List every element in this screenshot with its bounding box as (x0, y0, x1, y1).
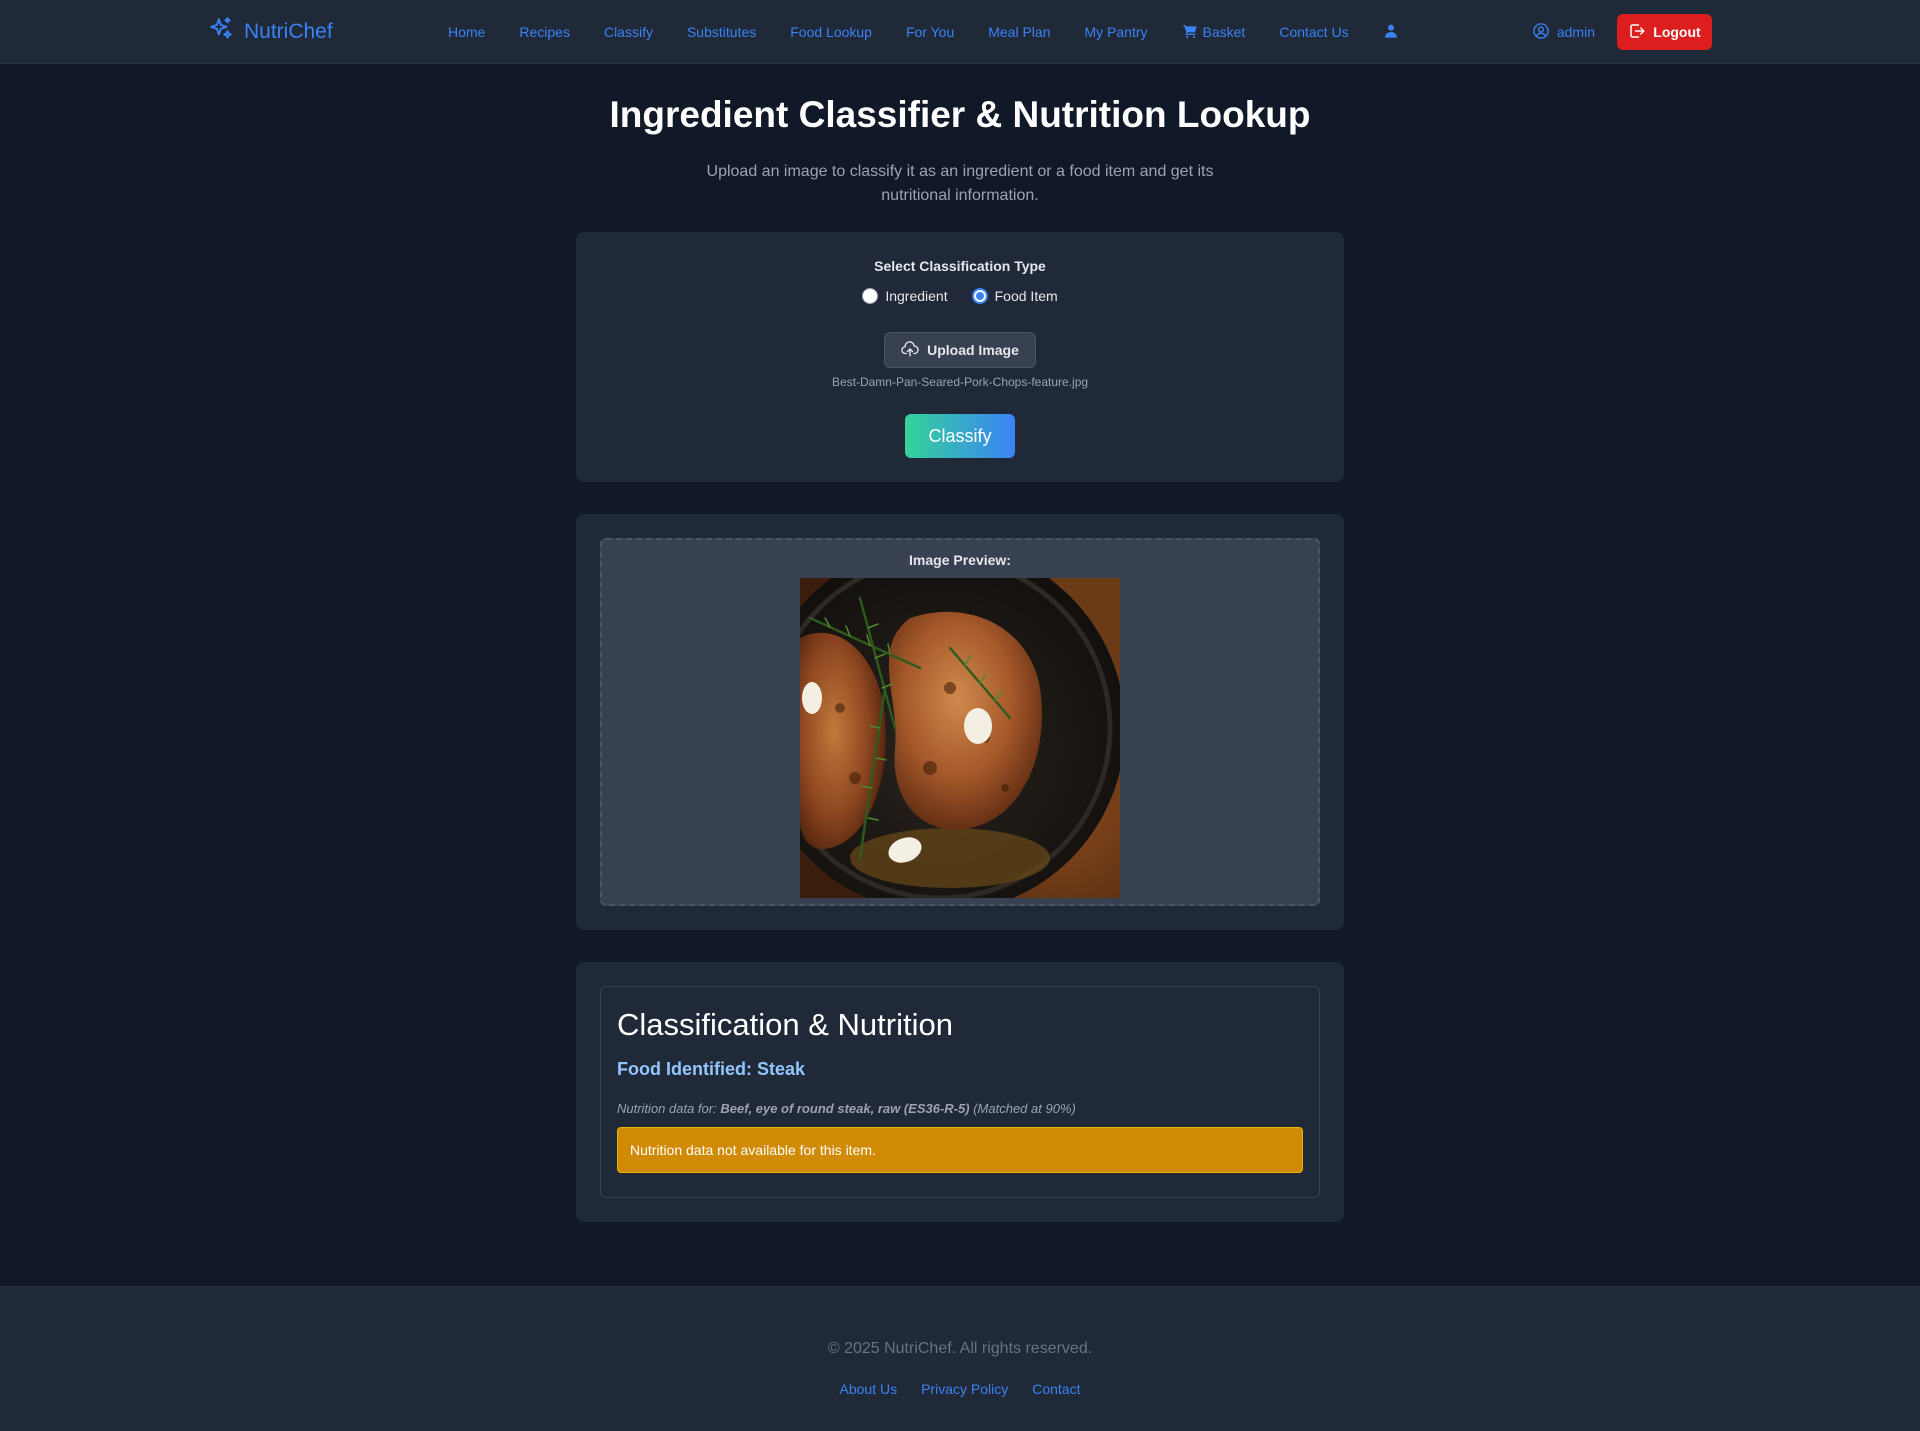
upload-image-label: Upload Image (927, 342, 1019, 358)
copyright: © 2025 NutriChef. All rights reserved. (827, 1340, 1093, 1357)
radio-label-food-item: Food Item (994, 288, 1058, 304)
nutrition-unavailable-alert: Nutrition data not available for this it… (617, 1127, 1303, 1173)
nutrition-match: (Matched at 90%) (973, 1101, 1076, 1116)
sparkles-icon (208, 16, 234, 48)
nav-link-home[interactable]: Home (448, 24, 485, 40)
page-subtitle: Upload an image to classify it as an ing… (706, 163, 1214, 204)
brand-link[interactable]: NutriChef (208, 16, 333, 48)
classification-type-label: Select Classification Type (874, 258, 1046, 274)
footer-link-about-us[interactable]: About Us (840, 1381, 898, 1397)
result-panel: Classification & Nutrition Food Identifi… (600, 986, 1320, 1198)
cart-icon (1182, 23, 1198, 42)
footer-links: About Us Privacy Policy Contact (0, 1381, 1920, 1397)
nav-link-classify[interactable]: Classify (604, 24, 653, 40)
nav-link-basket[interactable]: Basket (1182, 23, 1246, 42)
result-title: Classification & Nutrition (617, 1007, 953, 1042)
nutrition-source-item: Beef, eye of round steak, raw (ES36-R-5) (720, 1101, 970, 1116)
page-title: Ingredient Classifier & Nutrition Lookup (609, 94, 1311, 135)
classifier-card: Select Classification Type Ingredient Fo… (576, 232, 1344, 482)
radio-label-ingredient: Ingredient (885, 288, 948, 304)
user-circle-icon (1532, 22, 1550, 43)
logout-icon (1628, 22, 1646, 43)
brand-name: NutriChef (244, 20, 333, 43)
selected-file-name: Best-Damn-Pan-Seared-Pork-Chops-feature.… (831, 375, 1089, 389)
radio-ingredient[interactable] (862, 288, 879, 304)
image-preview-box: Image Preview: (600, 538, 1320, 906)
nav-link-profile[interactable] (1383, 23, 1399, 42)
radio-option-ingredient[interactable]: Ingredient (862, 288, 948, 304)
radio-food-item[interactable] (971, 288, 988, 304)
nav-link-for-you[interactable]: For You (906, 24, 954, 40)
nutrition-source: Nutrition data for: Beef, eye of round s… (617, 1101, 1076, 1116)
classification-type-options: Ingredient Food Item (576, 288, 1344, 304)
logout-button[interactable]: Logout (1617, 14, 1712, 50)
nav-link-contact-us[interactable]: Contact Us (1279, 24, 1348, 40)
navbar: NutriChef Home Recipes Classify Substitu… (0, 0, 1920, 64)
nutrition-source-prefix: Nutrition data for: (617, 1101, 717, 1116)
nav-link-recipes[interactable]: Recipes (519, 24, 570, 40)
image-preview-label: Image Preview: (909, 552, 1011, 568)
logout-label: Logout (1653, 24, 1701, 40)
footer-link-privacy-policy[interactable]: Privacy Policy (921, 1381, 1008, 1397)
basket-label: Basket (1202, 24, 1246, 40)
user-icon (1383, 23, 1399, 42)
nav-link-meal-plan[interactable]: Meal Plan (988, 24, 1050, 40)
footer: © 2025 NutriChef. All rights reserved. A… (0, 1286, 1920, 1431)
food-preview-image (800, 578, 1120, 898)
user-profile-link[interactable]: admin (1532, 22, 1595, 43)
nav-links: Home Recipes Classify Substitutes Food L… (448, 20, 1399, 44)
food-identified: Food Identified: Steak (617, 1059, 806, 1079)
nav-link-substitutes[interactable]: Substitutes (687, 24, 756, 40)
radio-option-food-item[interactable]: Food Item (971, 288, 1058, 304)
classify-button[interactable]: Classify (905, 414, 1015, 458)
classification-result-card: Classification & Nutrition Food Identifi… (576, 962, 1344, 1222)
image-preview-card: Image Preview: (576, 514, 1344, 930)
nav-link-my-pantry[interactable]: My Pantry (1085, 24, 1148, 40)
nav-link-food-lookup[interactable]: Food Lookup (790, 24, 872, 40)
user-area: admin Logout (1532, 14, 1712, 50)
footer-link-contact[interactable]: Contact (1032, 1381, 1080, 1397)
upload-cloud-icon (901, 340, 919, 361)
username: admin (1556, 24, 1595, 40)
upload-image-button[interactable]: Upload Image (884, 332, 1036, 368)
